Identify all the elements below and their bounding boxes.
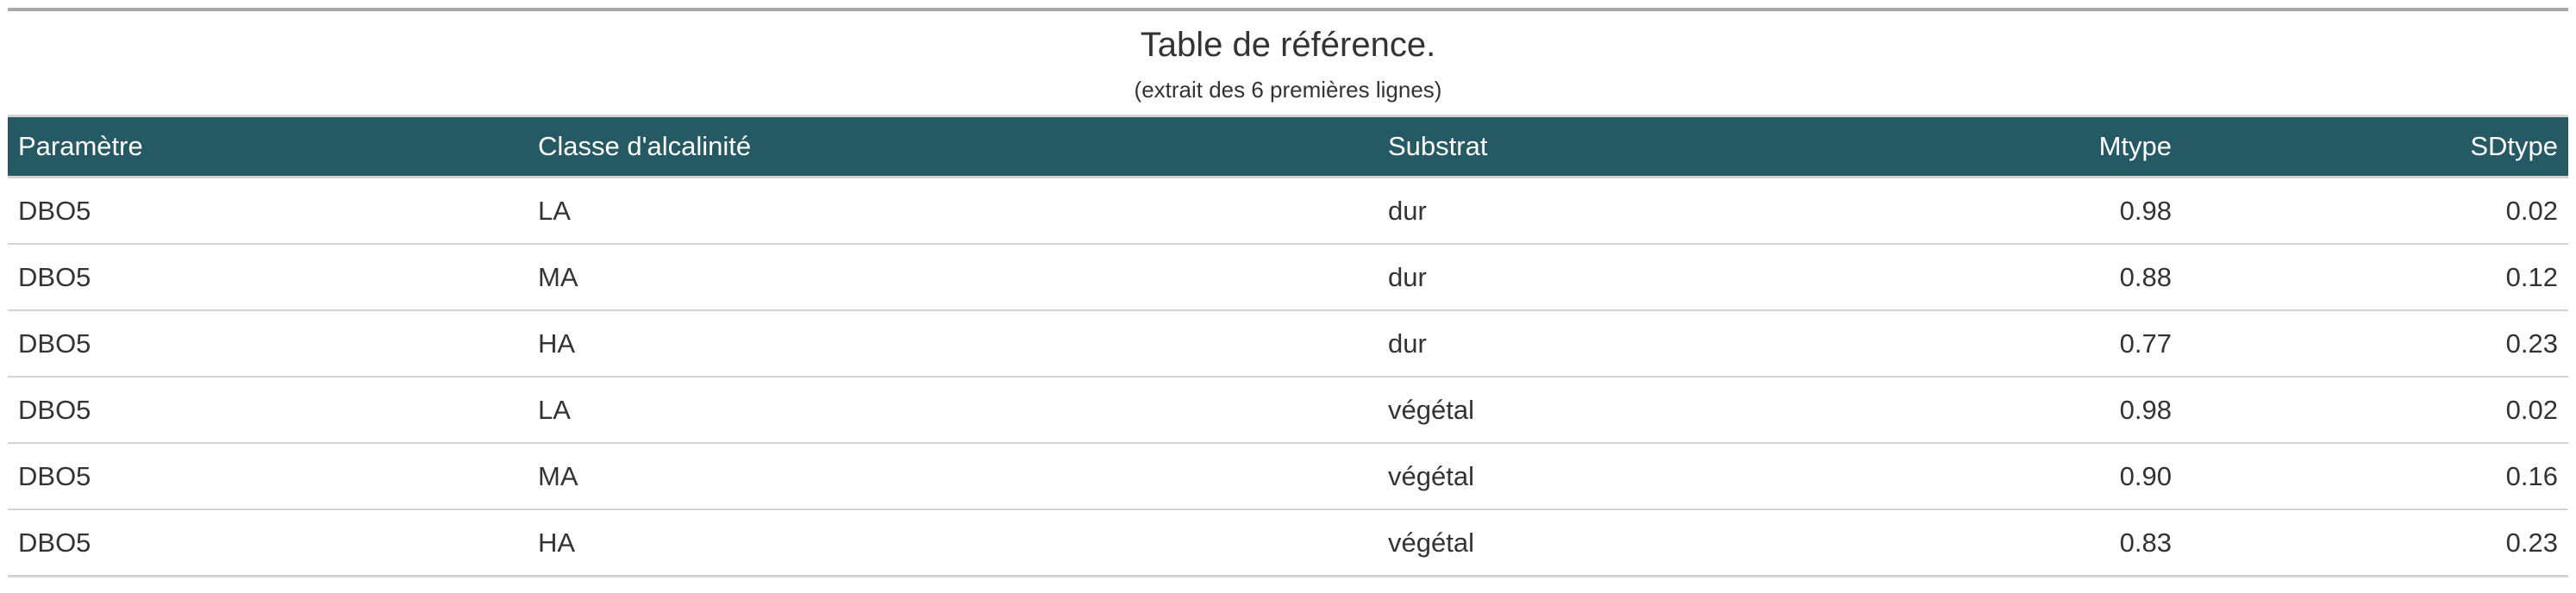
table-row: DBO5 MA dur 0.88 0.12	[8, 244, 2568, 311]
column-header-classe-alcalinite: Classe d'alcalinité	[528, 117, 1378, 178]
column-header-substrat: Substrat	[1378, 117, 1904, 178]
cell-classe-alcalinite: LA	[528, 177, 1378, 245]
table-row: DBO5 MA végétal 0.90 0.16	[8, 443, 2568, 510]
cell-mtype: 0.77	[1904, 310, 2182, 378]
cell-classe-alcalinite: HA	[528, 509, 1378, 577]
cell-substrat: végétal	[1378, 443, 1904, 510]
cell-substrat: dur	[1378, 244, 1904, 311]
column-header-parametre: Paramètre	[8, 117, 528, 178]
cell-sdtype: 0.12	[2182, 244, 2568, 311]
column-header-sdtype: SDtype	[2182, 117, 2568, 178]
cell-parametre: DBO5	[8, 177, 528, 245]
cell-parametre: DBO5	[8, 443, 528, 510]
cell-parametre: DBO5	[8, 244, 528, 311]
table-row: DBO5 HA dur 0.77 0.23	[8, 310, 2568, 378]
cell-parametre: DBO5	[8, 377, 528, 444]
cell-classe-alcalinite: MA	[528, 244, 1378, 311]
table-row: DBO5 HA végétal 0.83 0.23	[8, 509, 2568, 577]
table-subtitle: (extrait des 6 premières lignes)	[1134, 77, 1442, 103]
cell-substrat: dur	[1378, 177, 1904, 245]
cell-mtype: 0.98	[1904, 377, 2182, 444]
cell-sdtype: 0.02	[2182, 177, 2568, 245]
cell-classe-alcalinite: LA	[528, 377, 1378, 444]
cell-sdtype: 0.16	[2182, 443, 2568, 510]
reference-table: Paramètre Classe d'alcalinité Substrat Mt…	[8, 117, 2568, 577]
cell-classe-alcalinite: HA	[528, 310, 1378, 378]
cell-substrat: végétal	[1378, 377, 1904, 444]
column-header-mtype: Mtype	[1904, 117, 2182, 178]
header-row: Paramètre Classe d'alcalinité Substrat Mt…	[8, 117, 2568, 178]
cell-mtype: 0.90	[1904, 443, 2182, 510]
cell-sdtype: 0.02	[2182, 377, 2568, 444]
cell-substrat: dur	[1378, 310, 1904, 378]
top-rule	[8, 8, 2568, 11]
cell-parametre: DBO5	[8, 509, 528, 577]
cell-classe-alcalinite: MA	[528, 443, 1378, 510]
cell-mtype: 0.98	[1904, 177, 2182, 245]
cell-sdtype: 0.23	[2182, 509, 2568, 577]
cell-mtype: 0.83	[1904, 509, 2182, 577]
table-row: DBO5 LA dur 0.98 0.02	[8, 177, 2568, 245]
table-row: DBO5 LA végétal 0.98 0.02	[8, 377, 2568, 444]
cell-mtype: 0.88	[1904, 244, 2182, 311]
table-title: Table de référence.	[1140, 26, 1436, 64]
cell-parametre: DBO5	[8, 310, 528, 378]
cell-sdtype: 0.23	[2182, 310, 2568, 378]
cell-substrat: végétal	[1378, 509, 1904, 577]
table-body: DBO5 LA dur 0.98 0.02 DBO5 MA dur 0.88 0.12 DBO5 HA…	[8, 177, 2568, 577]
